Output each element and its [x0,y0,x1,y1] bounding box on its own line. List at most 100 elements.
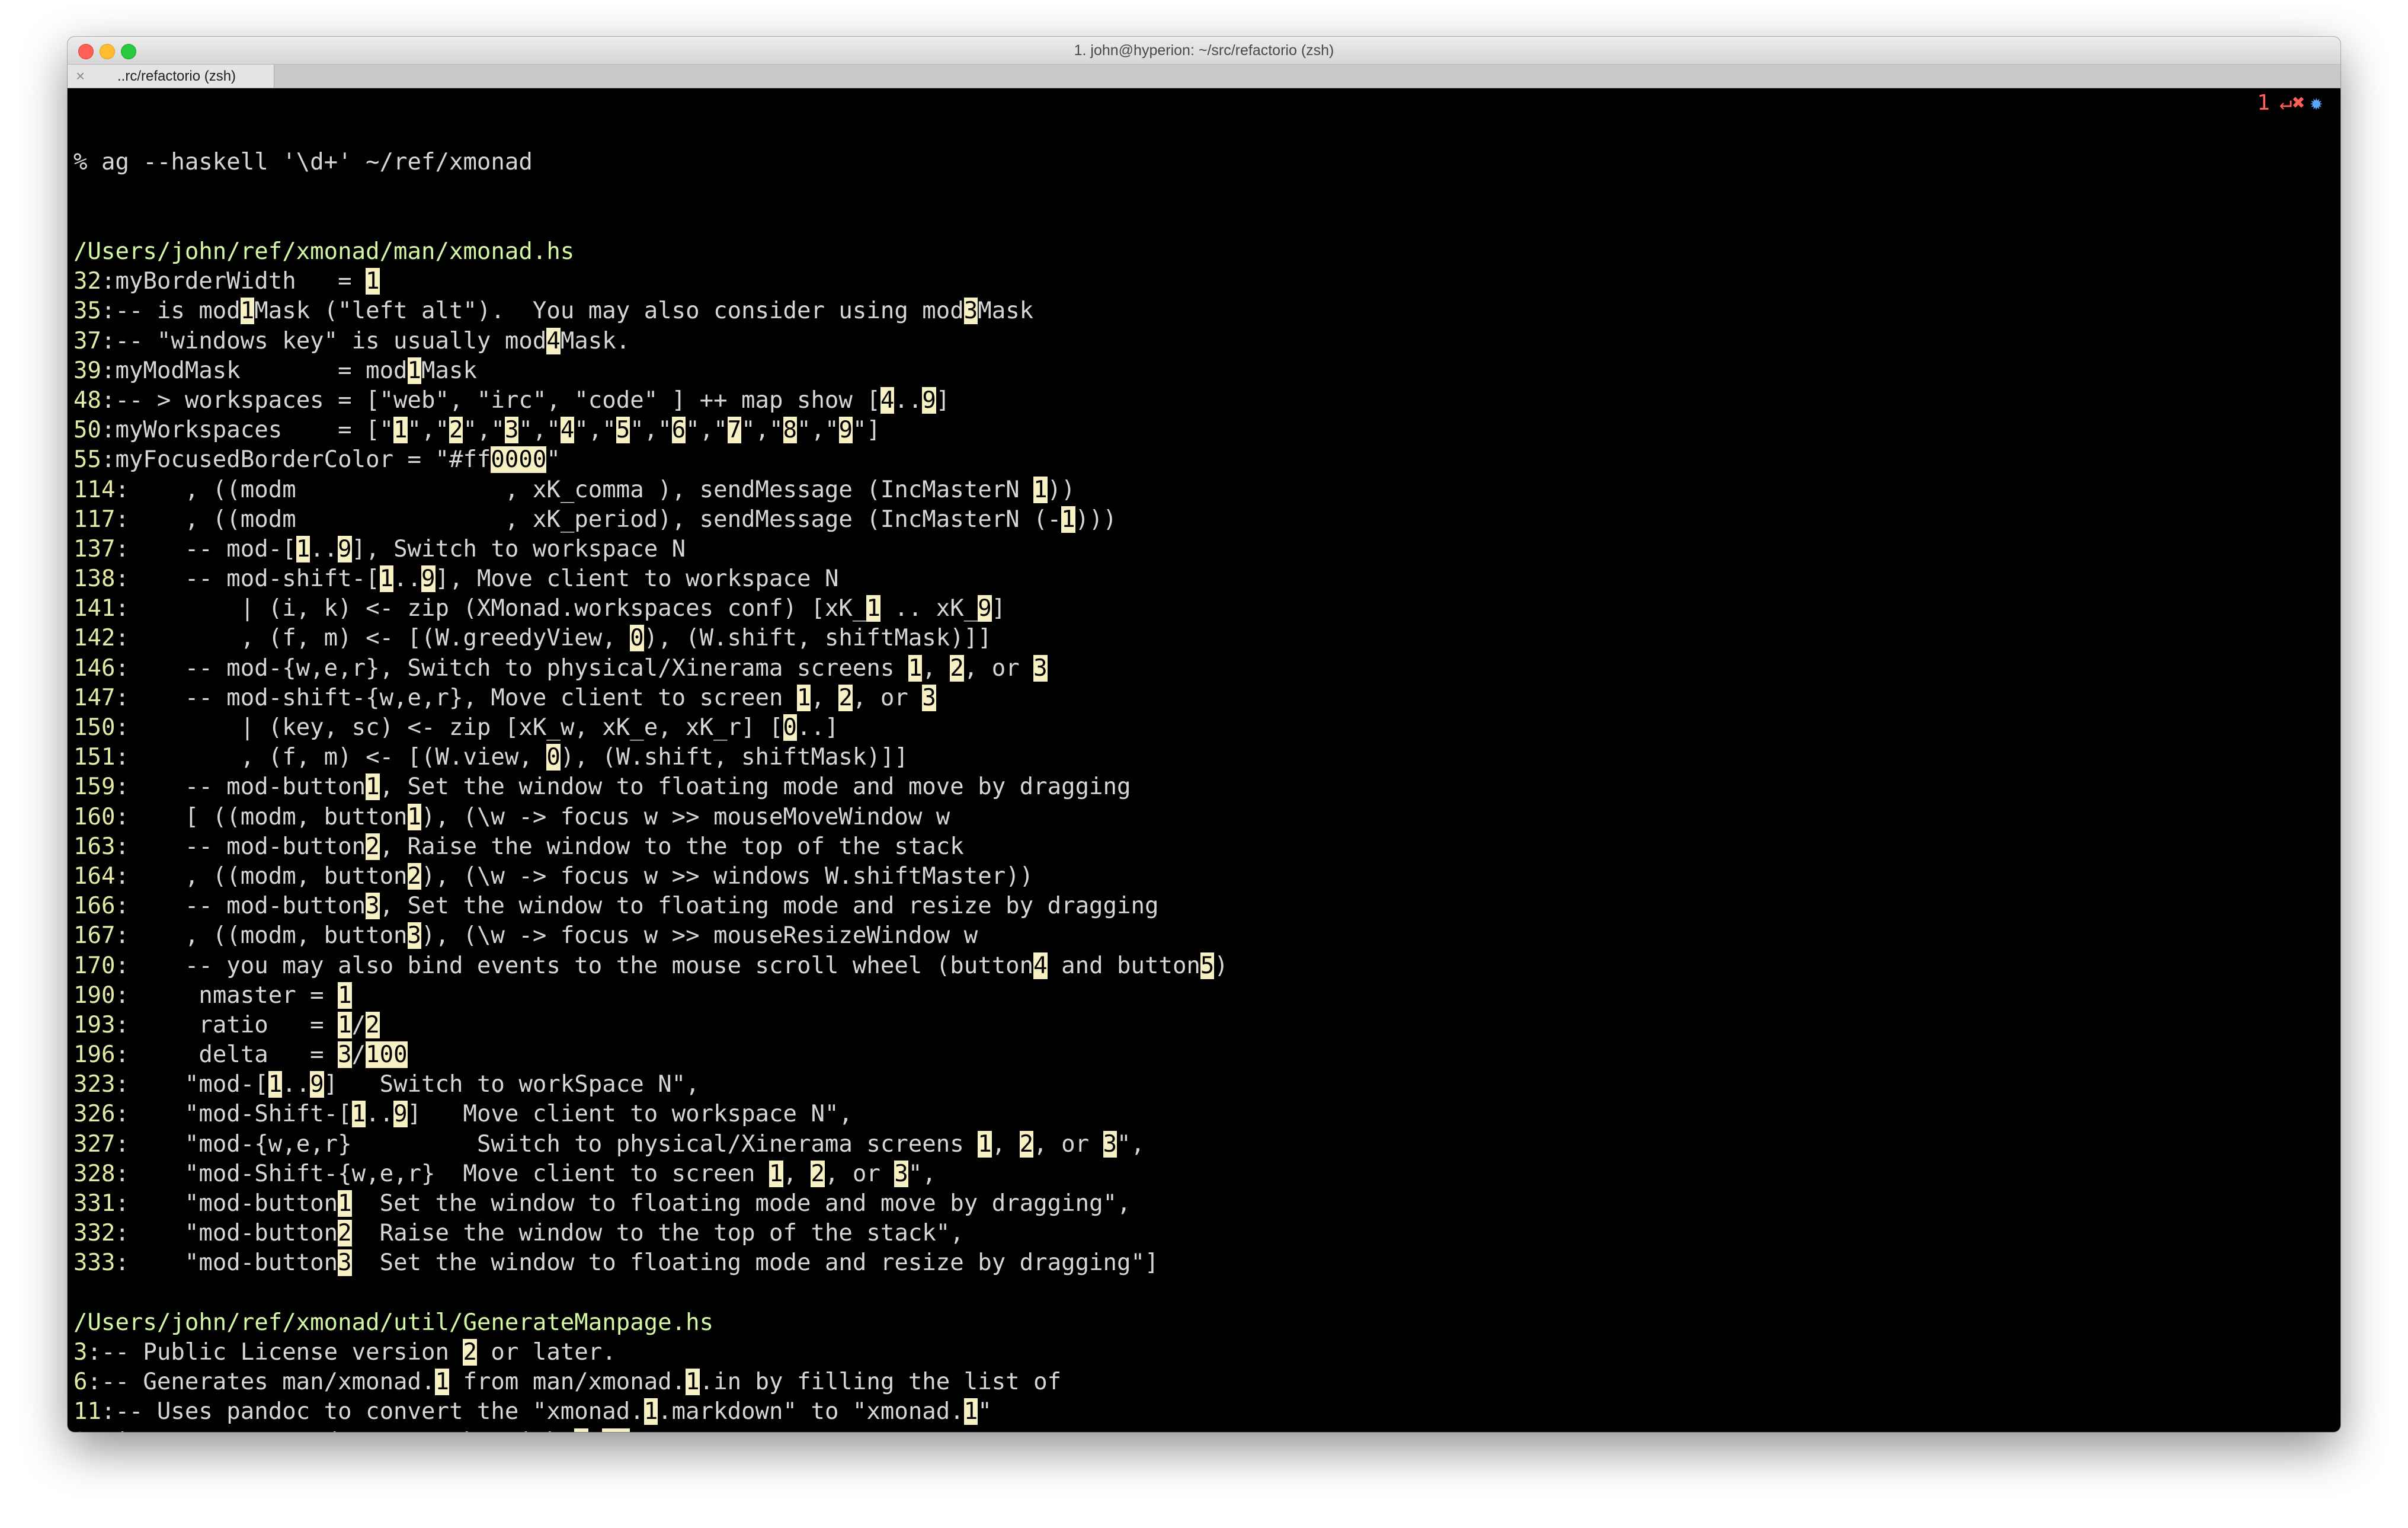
match-line: 164: , ((modm, button2), (\w -> focus w … [73,862,2340,891]
match-highlight: 9 [978,595,992,622]
code-text: :-- is mod [101,298,241,325]
code-text: : -- mod-button [115,833,366,860]
match-highlight: 0 [630,625,644,652]
match-highlight: 1 [574,1428,588,1432]
match-highlight: 6 [671,417,686,444]
code-text: .. [310,535,338,562]
code-text: :myModMask = mod [101,357,408,384]
match-highlight: 9 [421,565,436,593]
match-highlight: 3 [963,298,978,325]
match-highlight: 3 [504,417,519,444]
command-line: % ag --haskell '\d+' ~/ref/xmonad [73,149,533,176]
line-number: 141 [73,595,116,622]
code-text: , or [852,684,923,711]
code-text: .x [630,1428,658,1433]
line-number: 170 [73,952,116,979]
match-highlight: 3 [338,1041,352,1069]
match-line: 190: nmaster = 1 [73,981,2340,1011]
tab-title: ..rc/refactorio (zsh) [117,68,236,84]
code-text: ] [991,595,1006,622]
match-highlight: 1 [407,803,422,830]
line-number: 150 [73,714,116,741]
line-number: 151 [73,744,116,771]
code-text: : ratio = [115,1011,338,1038]
match-highlight: 5 [616,417,630,444]
code-text: : -- mod-shift-{w,e,r}, Move client to s… [115,684,797,711]
match-line: 35:-- is mod1Mask ("left alt"). You may … [73,296,2340,326]
line-number: 142 [73,625,116,652]
code-text: , [922,654,950,682]
match-highlight: 1 [435,1369,449,1396]
title-bar[interactable]: 1. john@hyperion: ~/src/refactorio (zsh) [68,37,2340,65]
code-text: .. [366,1101,394,1128]
close-icon[interactable]: × [76,65,85,88]
line-number: 164 [73,862,116,890]
code-text: ], Switch to workspace N [351,535,686,562]
match-highlight: 3 [1033,654,1048,682]
match-highlight: 15 [602,1428,630,1432]
match-highlight: 1 [338,1011,352,1038]
match-line: 151: , (f, m) <- [(W.view, 0), (W.shift,… [73,743,2340,772]
code-text: ), (\w -> focus w >> mouseMoveWindow w [421,803,950,830]
match-highlight: 3 [1103,1130,1117,1158]
code-text: .. xK_ [880,595,978,622]
code-text: : , ((modm , xK_period), sendMessage (In… [115,506,1062,533]
match-highlight: 4 [880,386,895,414]
line-number: 159 [73,773,116,801]
match-line: 332: "mod-button2 Raise the window to th… [73,1219,2340,1248]
code-text: "," [407,417,449,444]
code-text: ..] [796,714,839,741]
match-highlight: 2 [463,1338,477,1366]
match-highlight: 3 [338,1249,352,1277]
code-text: ) [1214,952,1228,979]
code-text: .. [894,386,923,414]
code-text: : -- mod-shift-[ [115,565,380,593]
match-highlight: 1 [686,1369,700,1396]
code-text: .markdown" to "xmonad. [658,1398,964,1425]
line-number: 35 [73,298,101,325]
match-line: 331: "mod-button1 Set the window to floa… [73,1189,2340,1219]
code-text: : "mod-button [115,1220,338,1247]
match-highlight: 3 [922,684,936,711]
match-highlight: 0000 [491,446,547,474]
match-highlight: 2 [366,1011,380,1038]
match-line: 326: "mod-Shift-[1..9] Move client to wo… [73,1099,2340,1129]
code-text: .. [393,565,422,593]
line-number: 332 [73,1220,116,1247]
match-highlight: 9 [922,386,936,414]
tab-refactorio[interactable]: × ..rc/refactorio (zsh) [68,65,274,88]
line-number: 326 [73,1101,116,1128]
terminal-output[interactable]: 1 ↵✖ ✹ % ag --haskell '\d+' ~/ref/xmonad /… [68,88,2340,1432]
match-highlight: 9 [310,1071,324,1098]
match-line: 50:myWorkspaces = ["1","2","3","4","5","… [73,415,2340,445]
code-text: . [588,1428,602,1433]
line-number: 193 [73,1011,116,1038]
match-highlight: 2 [1019,1130,1034,1158]
code-text: from man/xmonad. [449,1369,686,1396]
code-text: : -- you may also bind events to the mou… [115,952,1034,979]
code-text: :-- Generates man/xmonad. [87,1369,436,1396]
match-highlight: 1 [240,298,255,325]
code-text: "] [853,417,881,444]
line-number: 147 [73,684,116,711]
match-line: 327: "mod-{w,e,r} Switch to physical/Xin… [73,1130,2340,1159]
match-highlight: 4 [1033,952,1048,979]
code-text: :-- "windows key" is usually mod [101,327,547,354]
code-text: ], Move client to workspace N [435,565,839,593]
file-path: /Users/john/ref/xmonad/man/xmonad.hs [73,238,575,265]
line-number: 327 [73,1130,116,1158]
line-number: 48 [73,386,101,414]
code-text: :myBorderWidth = [101,268,366,295]
code-text: : -- mod-[ [115,535,296,562]
match-line: 147: -- mod-shift-{w,e,r}, Move client t… [73,683,2340,713]
match-highlight: 9 [838,417,853,444]
match-highlight: 3 [407,922,422,950]
match-highlight: 2 [811,1160,825,1187]
code-text: ] [936,386,950,414]
match-highlight: 1 [908,654,923,682]
line-number: 11 [73,1398,101,1425]
code-text: :-- Public License version [87,1338,463,1366]
match-highlight: 9 [338,535,352,562]
code-text: , [811,684,839,711]
